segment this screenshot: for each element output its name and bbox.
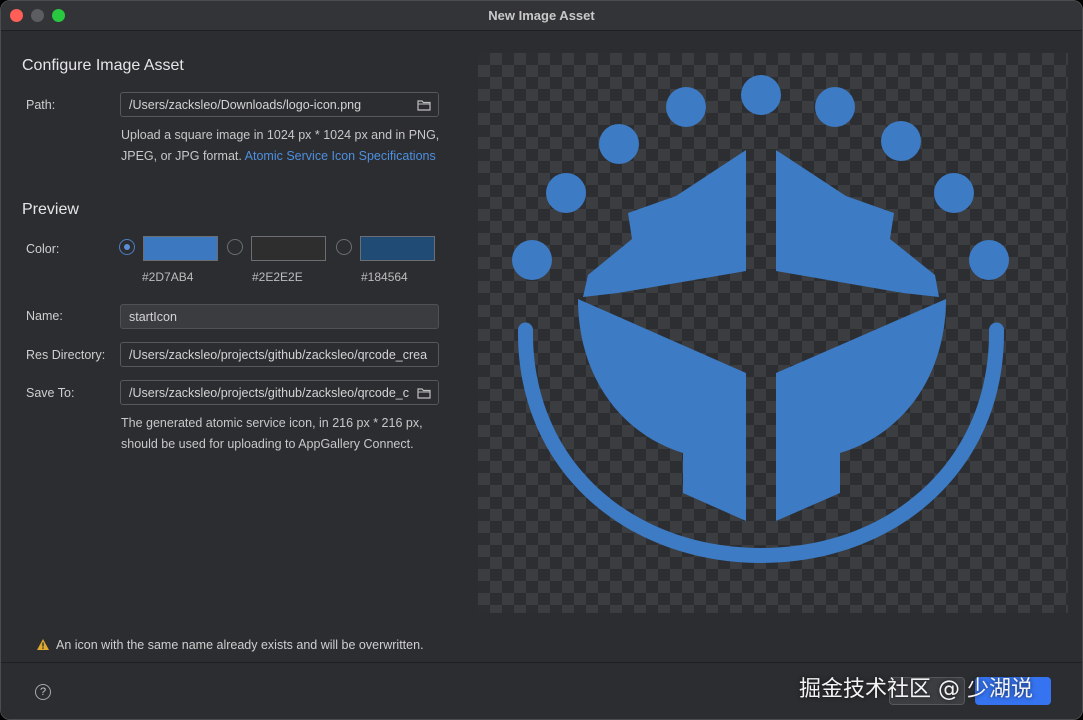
icon-preview <box>478 53 1068 613</box>
window-title: New Image Asset <box>488 8 595 23</box>
name-field[interactable]: startIcon <box>120 304 439 329</box>
output-note-line1: The generated atomic service icon, in 21… <box>121 416 423 430</box>
path-value: /Users/zacksleo/Downloads/logo-icon.png <box>129 98 362 112</box>
res-directory-label: Res Directory: <box>26 348 106 362</box>
color-label-1: #2D7AB4 <box>142 270 194 284</box>
watermark: 掘金技术社区 @ 少湖说 <box>799 677 1033 702</box>
name-label: Name: <box>26 309 63 323</box>
color-radio-2[interactable] <box>227 239 243 255</box>
warning-row: An icon with the same name already exist… <box>36 638 424 652</box>
title-bar: New Image Asset <box>1 1 1082 31</box>
logo-preview-image <box>512 75 1009 563</box>
output-note-line2: should be used for uploading to AppGalle… <box>121 437 414 451</box>
output-note: The generated atomic service icon, in 21… <box>121 413 423 455</box>
configure-heading: Configure Image Asset <box>22 57 184 74</box>
res-directory-field[interactable]: /Users/zacksleo/projects/github/zacksleo… <box>120 342 439 367</box>
color-label: Color: <box>26 242 60 256</box>
color-swatch-2[interactable] <box>251 236 326 261</box>
folder-icon <box>417 387 431 399</box>
color-label-2: #2E2E2E <box>252 270 303 284</box>
new-image-asset-window: New Image Asset Configure Image Asset Pa… <box>0 0 1083 720</box>
warning-icon <box>37 639 49 650</box>
save-to-label: Save To: <box>26 386 75 400</box>
upload-hint-line1: Upload a square image in 1024 px * 1024 … <box>121 128 440 142</box>
warning-text: An icon with the same name already exist… <box>56 638 424 652</box>
color-label-3: #184564 <box>361 270 408 284</box>
upload-hint-prefix: JPEG, or JPG format. <box>121 149 242 163</box>
color-radio-1[interactable] <box>119 239 135 255</box>
help-icon[interactable]: ? <box>35 684 51 700</box>
path-browse-button[interactable] <box>410 93 438 116</box>
name-value: startIcon <box>129 310 177 324</box>
path-field[interactable]: /Users/zacksleo/Downloads/logo-icon.png <box>120 92 439 117</box>
save-to-value: /Users/zacksleo/projects/github/zacksleo… <box>129 386 409 400</box>
save-to-browse-button[interactable] <box>410 381 438 404</box>
preview-heading: Preview <box>22 201 79 218</box>
save-to-field[interactable]: /Users/zacksleo/projects/github/zacksleo… <box>120 380 439 405</box>
folder-icon <box>417 99 431 111</box>
color-radio-3[interactable] <box>336 239 352 255</box>
path-label: Path: <box>26 98 56 112</box>
color-swatch-3[interactable] <box>360 236 435 261</box>
spec-link[interactable]: Atomic Service Icon Specifications <box>245 149 436 163</box>
res-directory-value: /Users/zacksleo/projects/github/zacksleo… <box>129 348 428 362</box>
color-swatch-1[interactable] <box>143 236 218 261</box>
upload-hint-line2: JPEG, or JPG format. Atomic Service Icon… <box>121 146 439 167</box>
upload-hint: Upload a square image in 1024 px * 1024 … <box>121 125 439 167</box>
